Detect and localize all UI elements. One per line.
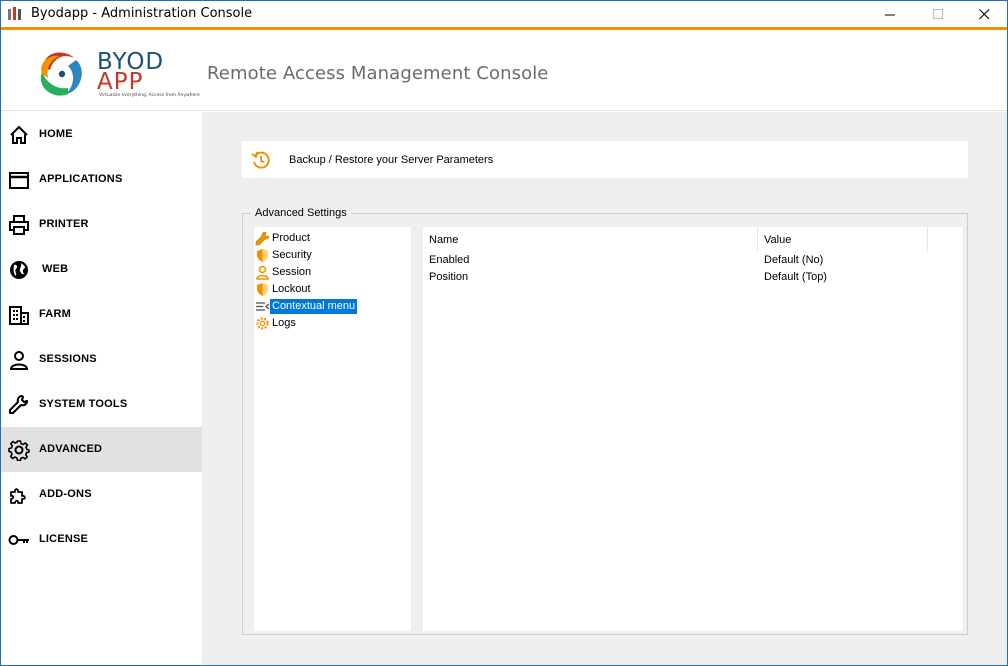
wrench-icon: [255, 231, 270, 246]
column-divider[interactable]: [927, 227, 928, 251]
group-title: Advanced Settings: [251, 207, 351, 219]
tree-item-label: Product: [272, 232, 310, 244]
sidebar-item-license[interactable]: LICENSE: [1, 517, 202, 562]
page-title: Remote Access Management Console: [207, 63, 549, 84]
sidebar-item-label: LICENSE: [39, 533, 89, 545]
title-bar[interactable]: Byodapp - Administration Console: [1, 1, 1007, 27]
close-button[interactable]: [961, 1, 1007, 27]
cell-value: Default (Top): [764, 271, 827, 283]
key-icon: [8, 535, 29, 545]
sidebar-item-label: WEB: [42, 263, 69, 275]
sidebar-item-farm[interactable]: FARM: [1, 292, 202, 337]
app-window: Byodapp - Administration Console BYOD AP…: [0, 0, 1008, 666]
close-icon: [978, 8, 989, 19]
building-icon: [9, 306, 29, 325]
puzzle-icon: [10, 488, 26, 504]
sidebar-item-advanced[interactable]: ADVANCED: [1, 427, 202, 472]
settings-grid[interactable]: Name Value Enabled Default (No) Position…: [423, 227, 963, 631]
sidebar-item-label: ADD-ONS: [39, 488, 92, 500]
window-title: Byodapp - Administration Console: [31, 6, 253, 21]
sidebar-item-printer[interactable]: PRINTER: [1, 202, 202, 247]
backup-restore-label: Backup / Restore your Server Parameters: [289, 154, 494, 166]
main-content: Backup / Restore your Server Parameters …: [202, 112, 1007, 665]
column-header-value[interactable]: Value: [764, 234, 791, 246]
cell-name: Enabled: [429, 254, 470, 266]
app-icon: [8, 7, 21, 20]
sidebar-item-applications[interactable]: APPLICATIONS: [1, 157, 202, 202]
grid-header: Name Value: [423, 227, 963, 251]
table-row[interactable]: Position Default (Top): [423, 269, 963, 286]
maximize-button[interactable]: [915, 1, 961, 27]
user-icon: [256, 265, 269, 280]
advanced-settings-group: Advanced Settings Product Security Sessi…: [242, 207, 968, 635]
sidebar-item-system-tools[interactable]: SYSTEM TOOLS: [1, 382, 202, 427]
home-icon: [10, 125, 28, 144]
tree-item-label: Security: [272, 249, 312, 261]
tree-item-label: Logs: [272, 317, 296, 329]
sidebar-item-sessions[interactable]: SESSIONS: [1, 337, 202, 382]
sidebar-item-label: SYSTEM TOOLS: [39, 398, 128, 410]
column-divider[interactable]: [757, 227, 758, 251]
tree-item-label: Contextual menu: [270, 299, 358, 314]
sidebar-item-label: HOME: [39, 128, 73, 140]
gear-icon: [8, 440, 30, 461]
minimize-icon: [884, 14, 895, 15]
printer-icon: [9, 215, 29, 235]
sidebar-item-label: SESSIONS: [39, 353, 97, 365]
sidebar-item-label: ADVANCED: [39, 443, 103, 455]
user-icon: [9, 351, 29, 370]
window-icon: [9, 172, 29, 189]
gear-icon: [256, 317, 269, 330]
globe-icon: [10, 261, 28, 279]
restore-icon: [251, 151, 270, 169]
logo-tagline: Virtualize everything, Access from Anywh…: [99, 93, 200, 98]
backup-restore-button[interactable]: Backup / Restore your Server Parameters: [242, 141, 968, 178]
sidebar-item-label: APPLICATIONS: [39, 173, 123, 185]
tree-item-label: Lockout: [272, 283, 311, 295]
logo-text-bottom: APP: [97, 69, 143, 95]
sidebar: HOME APPLICATIONS PRINTER WEB FARM SESSI…: [1, 112, 202, 665]
wrench-icon: [9, 395, 28, 414]
menu-icon: [256, 302, 270, 311]
shield-icon: [257, 283, 268, 296]
sidebar-item-web[interactable]: WEB: [1, 247, 202, 292]
sidebar-item-label: FARM: [39, 308, 71, 320]
tree-item-label: Session: [272, 266, 312, 278]
column-header-name[interactable]: Name: [429, 234, 458, 246]
maximize-icon: [932, 8, 943, 19]
settings-tree[interactable]: Product Security Session Lockout Context…: [254, 227, 411, 631]
shield-icon: [257, 249, 268, 262]
sidebar-item-add-ons[interactable]: ADD-ONS: [1, 472, 202, 517]
cell-name: Position: [429, 271, 469, 283]
table-row[interactable]: Enabled Default (No): [423, 252, 963, 269]
sidebar-item-label: PRINTER: [39, 218, 89, 230]
app-header: BYOD APP Virtualize everything, Access f…: [1, 30, 1007, 111]
sidebar-item-home[interactable]: HOME: [1, 112, 202, 157]
minimize-button[interactable]: [867, 1, 913, 27]
cell-value: Default (No): [764, 254, 824, 266]
